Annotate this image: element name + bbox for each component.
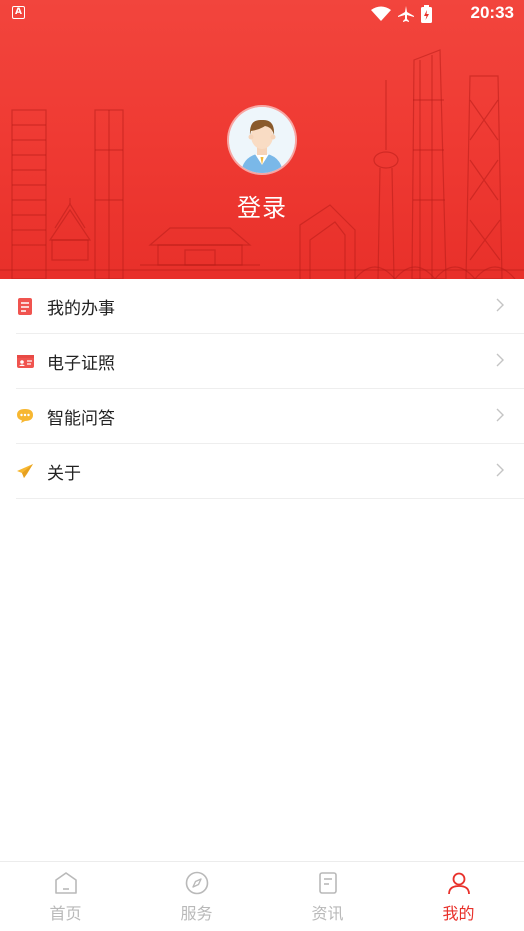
paper-plane-icon <box>16 462 34 480</box>
menu-item-label: 关于 <box>47 463 81 484</box>
tab-label: 首页 <box>49 904 82 923</box>
menu-item-my-affairs[interactable]: 我的办事 <box>16 279 524 334</box>
menu-list: 我的办事 电子证照 智能问答 关于 <box>0 279 524 499</box>
menu-item-label: 电子证照 <box>47 353 115 374</box>
airplane-icon <box>398 6 414 22</box>
menu-item-smart-qa[interactable]: 智能问答 <box>16 389 524 444</box>
tab-home[interactable]: 首页 <box>0 862 131 931</box>
menu-item-about[interactable]: 关于 <box>16 444 524 499</box>
user-avatar-icon <box>229 107 295 173</box>
chevron-right-icon <box>496 298 504 312</box>
chevron-right-icon <box>496 353 504 367</box>
home-icon <box>54 872 77 894</box>
menu-item-label: 智能问答 <box>47 408 115 429</box>
tab-news[interactable]: 资讯 <box>262 862 393 931</box>
tab-label: 服务 <box>180 904 213 923</box>
profile-header: A 20:33 登录 <box>0 0 524 279</box>
chevron-right-icon <box>496 463 504 477</box>
tab-services[interactable]: 服务 <box>131 862 262 931</box>
tab-label: 我的 <box>442 904 475 923</box>
news-icon <box>318 872 337 894</box>
bottom-tab-bar: 首页 服务 资讯 我的 <box>0 861 524 931</box>
tab-mine[interactable]: 我的 <box>393 862 524 931</box>
tab-label: 资讯 <box>311 904 344 923</box>
battery-icon <box>421 5 432 23</box>
chevron-right-icon <box>496 408 504 422</box>
status-time: 20:33 <box>470 3 514 22</box>
document-icon <box>16 297 34 315</box>
compass-icon <box>185 871 208 895</box>
menu-item-label: 我的办事 <box>47 298 115 319</box>
login-link[interactable]: 登录 <box>0 188 524 223</box>
status-bar: A 20:33 <box>0 0 524 28</box>
avatar[interactable] <box>229 107 295 173</box>
user-icon <box>447 872 470 895</box>
notification-icon: A <box>12 6 25 19</box>
id-card-icon <box>16 352 34 370</box>
chat-bubble-icon <box>16 407 34 425</box>
menu-item-e-license[interactable]: 电子证照 <box>16 334 524 389</box>
wifi-icon <box>371 6 391 21</box>
